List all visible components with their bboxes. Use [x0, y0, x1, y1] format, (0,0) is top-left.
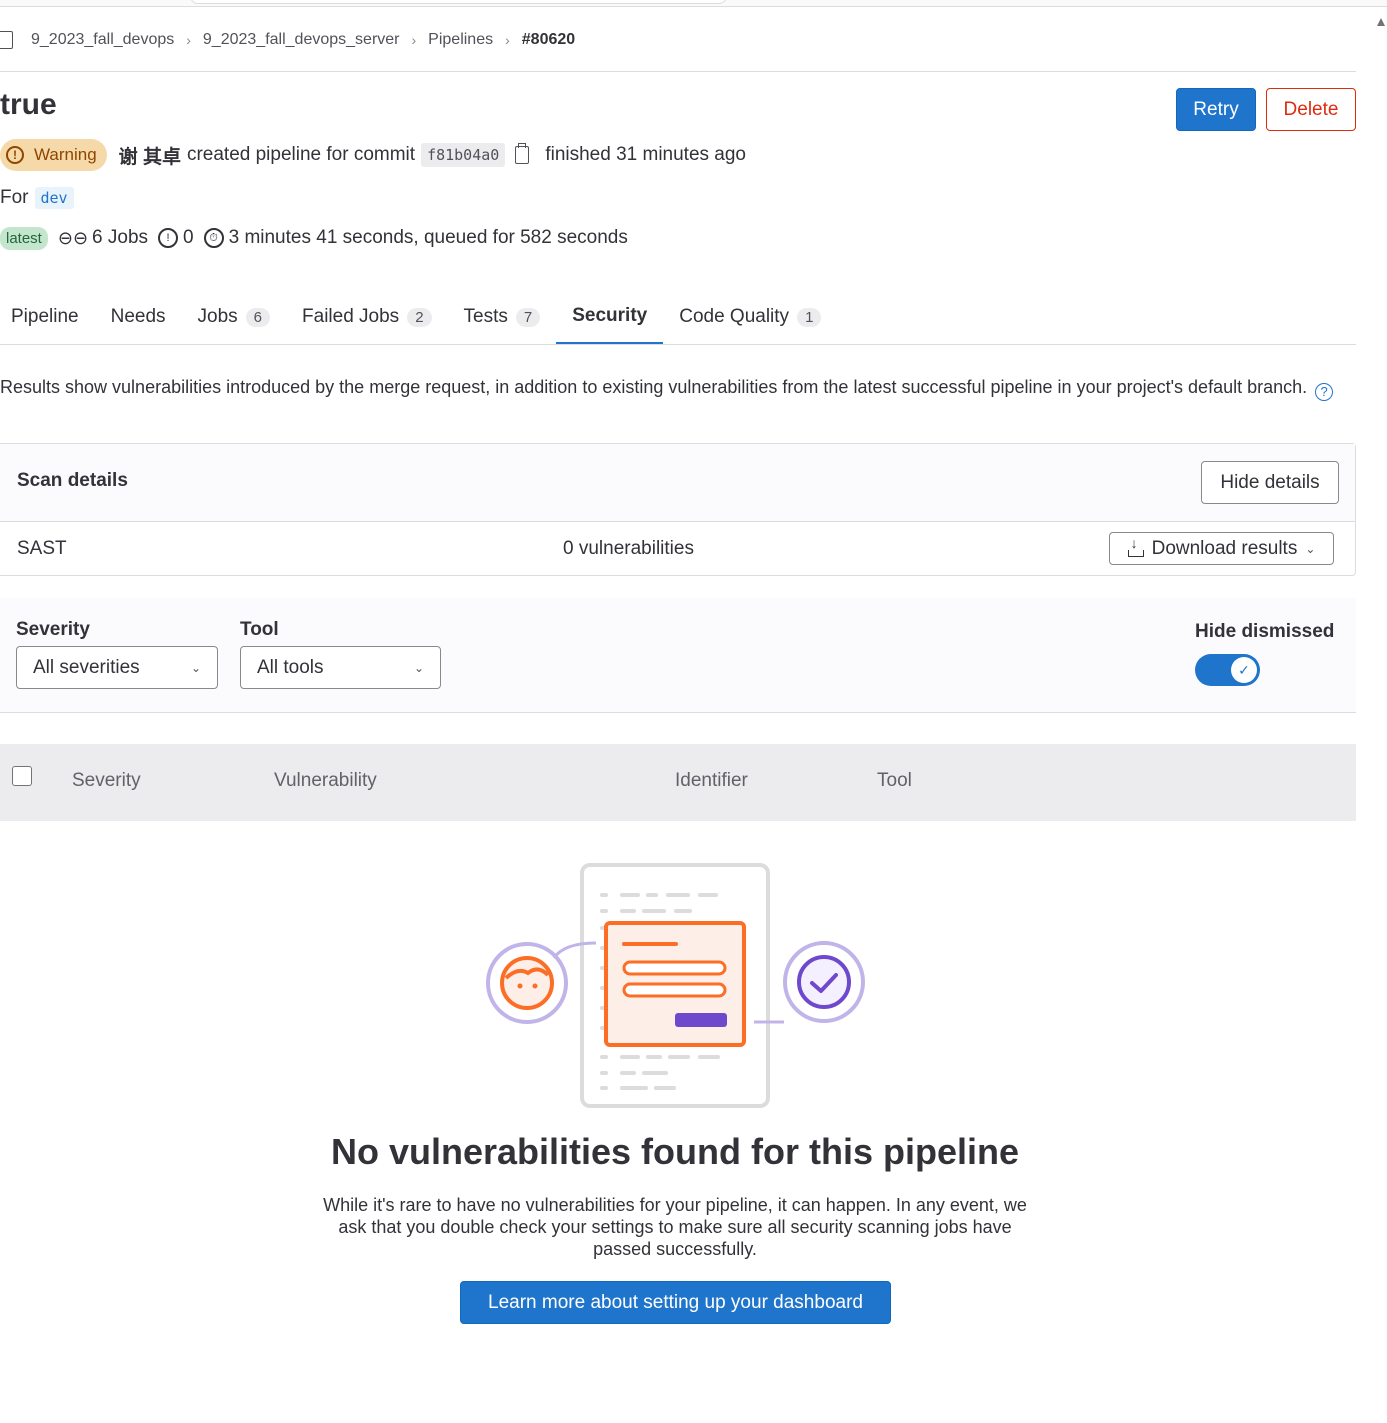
download-label: Download results [1151, 537, 1298, 559]
column-header-tool[interactable]: Tool [877, 770, 912, 792]
severity-dropdown-value: All severities [33, 656, 140, 678]
pipeline-icon: ⊖⊖ [57, 227, 89, 248]
pipeline-meta: ! Warning 谢 其卓 created pipeline for comm… [0, 138, 746, 172]
failed-icon: ! [158, 228, 179, 248]
timer-icon: ⏱ [203, 228, 224, 248]
tab-label: Jobs [197, 306, 238, 327]
scan-vulnerability-count: 0 vulnerabilities [563, 538, 694, 559]
hide-details-button[interactable]: Hide details [1201, 461, 1339, 504]
breadcrumb-item-pipelines[interactable]: Pipelines [428, 31, 493, 49]
tab-label: Needs [110, 306, 166, 327]
latest-badge: latest [0, 226, 48, 250]
scan-details-panel: Scan details Hide details SAST 0 vulnera… [0, 443, 1356, 576]
column-header-vulnerability[interactable]: Vulnerability [274, 770, 377, 792]
tab-jobs[interactable]: Jobs 6 [182, 290, 286, 344]
tab-label: Failed Jobs [302, 306, 400, 327]
retry-button[interactable]: Retry [1176, 88, 1256, 131]
tool-filter-label: Tool [240, 619, 279, 640]
breadcrumb-item-project[interactable]: 9_2023_fall_devops_server [203, 31, 400, 49]
tab-count: 2 [407, 307, 432, 327]
download-results-button[interactable]: Download results ⌄ [1109, 532, 1334, 565]
chevron-right-icon: › [505, 32, 510, 48]
breadcrumb: 9_2023_fall_devops › 9_2023_fall_devops_… [0, 28, 575, 52]
severity-dropdown[interactable]: All severities ⌄ [16, 646, 218, 689]
chevron-down-icon: ⌄ [190, 660, 201, 675]
check-icon: ✓ [1231, 657, 1257, 683]
tab-count: 1 [797, 307, 822, 327]
failed-count: 0 [183, 227, 194, 248]
branch-link[interactable]: dev [34, 187, 74, 209]
breadcrumb-current[interactable]: #80620 [522, 31, 575, 49]
select-all-checkbox[interactable] [12, 766, 32, 786]
tab-count: 7 [515, 307, 541, 327]
empty-state-description: While it's rare to have no vulnerabiliti… [323, 1195, 1027, 1259]
empty-state-illustration [486, 863, 865, 1108]
tab-failed-jobs[interactable]: Failed Jobs 2 [286, 290, 448, 344]
delete-button[interactable]: Delete [1266, 88, 1356, 131]
tab-needs[interactable]: Needs [95, 290, 182, 344]
info-text: Results show vulnerabilities introduced … [0, 376, 1350, 401]
column-header-severity[interactable]: Severity [72, 770, 141, 792]
chevron-down-icon: ⌄ [413, 660, 424, 675]
scan-row: SAST 0 vulnerabilities Download results … [0, 522, 1355, 577]
status-badge[interactable]: ! Warning [0, 139, 107, 171]
finished-text: finished 31 minutes ago [545, 144, 746, 165]
tool-dropdown-value: All tools [257, 656, 324, 678]
scrollbar-up-arrow[interactable] [1377, 18, 1385, 26]
tab-tests[interactable]: Tests 7 [448, 290, 557, 344]
info-message: Results show vulnerabilities introduced … [0, 377, 1308, 397]
page-title: true [0, 88, 57, 121]
commit-sha[interactable]: f81b04a0 [421, 143, 506, 167]
pipeline-ref: For dev [0, 187, 74, 209]
for-label: For [0, 187, 29, 208]
divider [0, 71, 1356, 72]
duration-text: 3 minutes 41 seconds, queued for 582 sec… [228, 227, 628, 248]
chevron-right-icon: › [411, 32, 417, 48]
chevron-down-icon: ⌄ [1305, 541, 1316, 556]
column-header-identifier[interactable]: Identifier [675, 770, 748, 792]
pipeline-tabs: Pipeline Needs Jobs 6 Failed Jobs 2 Tests 7… [0, 290, 1356, 345]
help-icon[interactable]: ? [1315, 382, 1334, 401]
hide-dismissed-toggle[interactable]: ✓ [1195, 654, 1260, 686]
tab-code-quality[interactable]: Code Quality 1 [663, 290, 837, 344]
tab-label: Pipeline [11, 306, 79, 327]
empty-state-title: No vulnerabilities found for this pipeli… [330, 1131, 1020, 1172]
warning-icon: ! [6, 146, 24, 164]
tab-label: Code Quality [679, 306, 790, 327]
pipeline-stats: latest ⊖⊖ 6 Jobs ! 0 ⏱ 3 minutes 41 seco… [0, 224, 628, 252]
tab-label: Security [572, 305, 648, 326]
tab-label: Tests [463, 306, 508, 327]
author-name[interactable]: 谢 其卓 [119, 142, 181, 169]
tab-security[interactable]: Security [556, 290, 664, 344]
learn-more-button[interactable]: Learn more about setting up your dashboa… [460, 1281, 891, 1324]
jobs-count: 6 Jobs [92, 227, 149, 248]
scan-details-header: Scan details Hide details [0, 444, 1355, 522]
status-label: Warning [34, 145, 97, 164]
browser-top-strip [0, 0, 1387, 7]
breadcrumb-item-group[interactable]: 9_2023_fall_devops [31, 31, 174, 49]
browser-address-bar[interactable] [190, 0, 727, 4]
tab-count: 6 [245, 307, 271, 327]
scan-details-title: Scan details [17, 470, 128, 491]
tab-pipeline[interactable]: Pipeline [0, 290, 95, 344]
copy-icon[interactable] [515, 143, 530, 164]
project-icon [0, 31, 13, 49]
tool-dropdown[interactable]: All tools ⌄ [240, 646, 441, 689]
scan-type: SAST [17, 538, 67, 559]
chevron-right-icon: › [186, 32, 191, 48]
vulnerability-table-header: Severity Vulnerability Identifier Tool [0, 744, 1356, 821]
severity-filter-label: Severity [16, 619, 90, 640]
created-text: created pipeline for commit [186, 144, 416, 165]
download-icon [1127, 535, 1144, 557]
hide-dismissed-label: Hide dismissed [1195, 621, 1335, 642]
